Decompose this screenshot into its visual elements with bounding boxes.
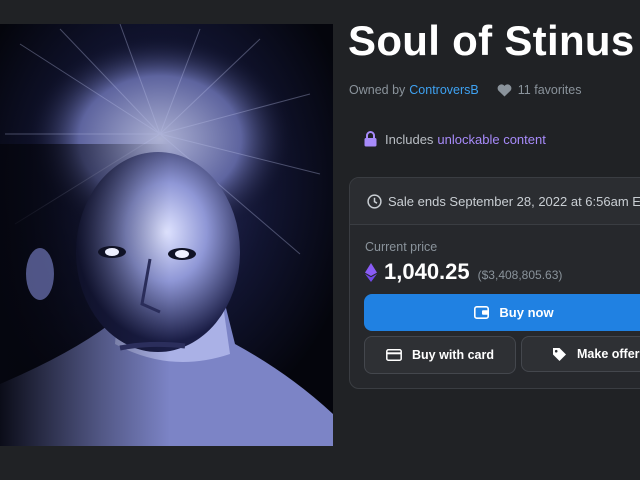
buy-now-button[interactable]: Buy now — [364, 294, 640, 331]
price-row: 1,040.25 ($3,408,805.63) — [365, 259, 562, 285]
price-usd: ($3,408,805.63) — [477, 268, 563, 282]
ethereum-icon — [365, 262, 377, 282]
tag-icon — [552, 347, 567, 362]
buy-with-card-button[interactable]: Buy with card — [364, 336, 516, 374]
unlockable-prefix: Includes — [385, 131, 434, 147]
owner-link[interactable]: ControversB — [409, 83, 478, 97]
heart-icon[interactable] — [497, 83, 512, 97]
favorites-count[interactable]: 11 favorites — [518, 83, 582, 97]
owned-by-label: Owned by — [349, 83, 406, 97]
buy-now-label: Buy now — [499, 305, 554, 320]
nft-title: Soul of Stinus — [348, 17, 635, 64]
current-price-label: Current price — [365, 240, 438, 254]
owner-row: Owned by ControversB 11 favorites — [349, 82, 581, 98]
make-offer-label: Make offer — [577, 347, 640, 361]
lock-icon — [364, 131, 377, 147]
nft-artwork[interactable] — [0, 24, 333, 446]
price-eth: 1,040.25 — [384, 259, 470, 284]
unlockable-row: Includes unlockable content — [364, 131, 546, 147]
card-icon — [386, 349, 402, 361]
portrait-image — [0, 24, 333, 446]
buy-with-card-label: Buy with card — [412, 348, 494, 362]
unlockable-content-link[interactable]: unlockable content — [437, 132, 545, 147]
wallet-icon — [474, 306, 490, 319]
sale-end-text: Sale ends September 28, 2022 at 6:56am E… — [388, 193, 640, 209]
make-offer-button[interactable]: Make offer — [521, 336, 640, 372]
sale-card: Sale ends September 28, 2022 at 6:56am E… — [349, 177, 640, 389]
sale-end-header: Sale ends September 28, 2022 at 6:56am E… — [350, 178, 640, 225]
clock-icon — [367, 193, 382, 209]
